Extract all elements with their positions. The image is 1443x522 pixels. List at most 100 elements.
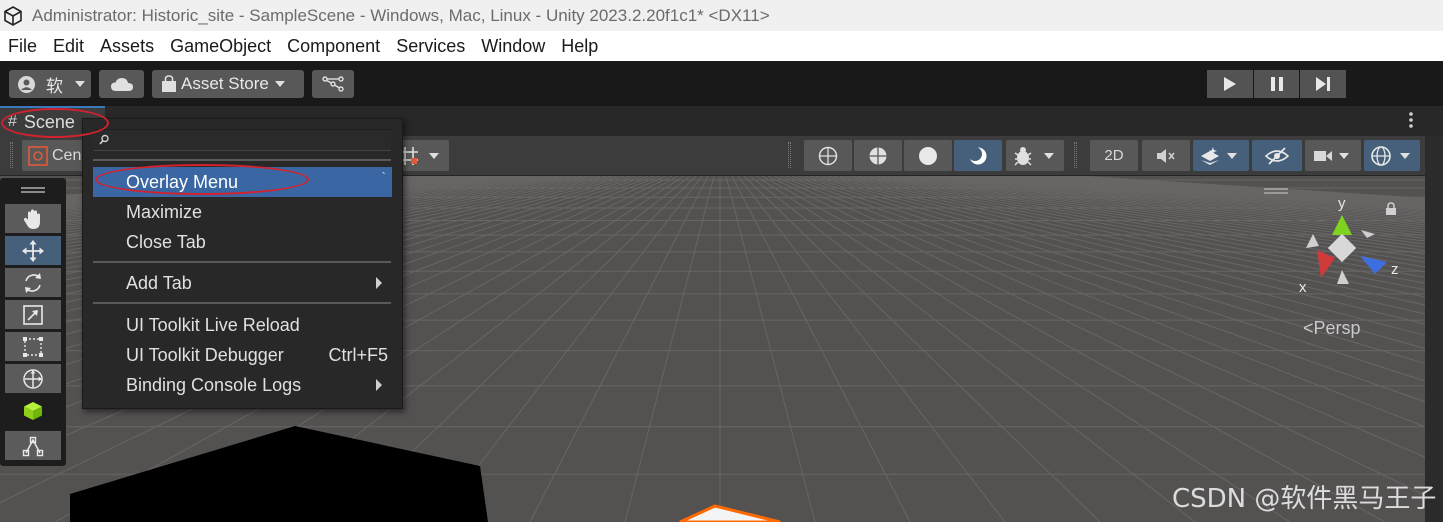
menu-component[interactable]: Component	[279, 36, 388, 57]
menu-window[interactable]: Window	[473, 36, 553, 57]
custom-cube-tool-icon	[24, 401, 42, 420]
menu-item-label: Add Tab	[126, 272, 192, 293]
rect-tool-icon	[23, 336, 43, 357]
step-button[interactable]	[1300, 70, 1347, 98]
wireframe-toggle[interactable]	[804, 140, 852, 171]
playmode-controls	[1207, 70, 1347, 98]
play-button[interactable]	[1207, 70, 1253, 98]
more-options-icon[interactable]	[1409, 111, 1413, 129]
pivot-label: Cen	[52, 146, 82, 164]
camera-icon	[1314, 150, 1332, 161]
effects-dropdown[interactable]	[1193, 140, 1249, 171]
account-icon	[18, 75, 35, 93]
menu-item-maximize[interactable]: Maximize	[93, 197, 392, 227]
overlay-drag-handle[interactable]	[21, 187, 45, 189]
visibility-toggle[interactable]	[1252, 140, 1302, 171]
menu-item-binding-console-logs[interactable]: Binding Console Logs	[93, 370, 392, 400]
axis-y-cone[interactable]	[1332, 215, 1352, 235]
persp-label: Persp	[1313, 318, 1361, 338]
perspective-toggle[interactable]: <Persp	[1303, 318, 1361, 339]
gizmo-drag-handle[interactable]	[1264, 188, 1288, 190]
menu-assets[interactable]: Assets	[92, 36, 162, 57]
tools-overlay	[0, 178, 66, 466]
camera-dropdown[interactable]	[1305, 140, 1361, 171]
menu-services[interactable]: Services	[388, 36, 473, 57]
menu-item-ui-toolkit-live-reload[interactable]: UI Toolkit Live Reload	[93, 310, 392, 340]
transform-tool-icon	[23, 368, 43, 389]
menu-separator	[93, 302, 391, 304]
shaded-toggle[interactable]	[904, 140, 952, 171]
axis-x-label: x	[1299, 279, 1307, 296]
rotate-tool-button[interactable]	[5, 268, 61, 297]
menu-item-ui-toolkit-debugger[interactable]: UI Toolkit Debugger Ctrl+F5	[93, 340, 392, 370]
menu-search-field[interactable]	[93, 129, 391, 151]
toggle-2d-button[interactable]: 2D	[1090, 140, 1138, 171]
menu-separator	[93, 261, 391, 263]
menu-gameobject[interactable]: GameObject	[162, 36, 279, 57]
side-panel-strip	[1425, 136, 1443, 522]
shaded-icon	[919, 146, 937, 165]
menu-item-shortcut: Ctrl+F5	[328, 344, 388, 365]
lock-icon[interactable]	[1385, 202, 1397, 216]
lighting-icon	[968, 146, 987, 164]
gizmos-dropdown[interactable]	[1364, 140, 1420, 171]
move-tool-button[interactable]	[5, 236, 61, 265]
audio-toggle[interactable]	[1142, 140, 1190, 171]
menu-item-add-tab[interactable]: Add Tab	[93, 268, 392, 298]
menu-help[interactable]: Help	[553, 36, 606, 57]
chevron-down-icon	[1400, 152, 1410, 159]
menu-item-shortcut: `	[381, 169, 386, 185]
menu-item-label: UI Toolkit Live Reload	[126, 314, 300, 335]
hand-tool-icon	[23, 209, 40, 229]
custom-cube-tool-button[interactable]	[5, 396, 61, 425]
shaded-wireframe-icon	[869, 147, 887, 164]
spline-tool-button[interactable]	[5, 431, 61, 460]
account-dropdown[interactable]: 软	[9, 70, 91, 98]
cloud-icon	[110, 77, 133, 91]
axis-z-cone[interactable]	[1360, 256, 1387, 274]
axis-z-label: z	[1391, 261, 1399, 278]
asset-store-label: Asset Store	[181, 74, 269, 93]
effects-icon	[1201, 146, 1219, 165]
transform-tool-button[interactable]	[5, 364, 61, 393]
annotation-ring-overlay-menu	[95, 164, 309, 195]
toolbar-separator	[1074, 142, 1077, 168]
menu-edit[interactable]: Edit	[45, 36, 92, 57]
annotation-ring-scene-tab	[1, 108, 109, 138]
menu-separator	[93, 159, 391, 161]
menu-file[interactable]: File	[0, 36, 45, 57]
menu-item-label: Maximize	[126, 201, 203, 222]
pause-button[interactable]	[1253, 70, 1300, 98]
chevron-down-icon	[1044, 152, 1054, 159]
menu-item-label: UI Toolkit Debugger	[126, 344, 284, 365]
asset-store-dropdown[interactable]: Asset Store	[152, 70, 304, 98]
scale-tool-button[interactable]	[5, 300, 61, 329]
menu-item-label: Binding Console Logs	[126, 374, 302, 395]
chevron-down-icon	[1339, 152, 1349, 159]
debug-draw-dropdown[interactable]	[1006, 140, 1064, 171]
toolbar-separator	[788, 142, 791, 168]
submenu-arrow-icon	[376, 379, 382, 391]
axis-x-cone[interactable]	[1317, 250, 1335, 278]
grid-snap-toggle[interactable]	[395, 140, 449, 171]
scale-tool-icon	[23, 304, 43, 325]
move-tool-icon	[22, 239, 44, 262]
rect-tool-button[interactable]	[5, 332, 61, 361]
window-title-bar: Administrator: Historic_site - SampleSce…	[0, 0, 1443, 31]
pivot-icon	[28, 145, 48, 166]
menu-item-close-tab[interactable]: Close Tab	[93, 227, 392, 257]
shaded-wireframe-toggle[interactable]	[854, 140, 902, 171]
main-toolbar: 软 Asset Store	[0, 61, 1443, 106]
lighting-toggle[interactable]	[954, 140, 1002, 171]
gizmos-icon	[1371, 145, 1391, 166]
hand-tool-button[interactable]	[5, 204, 61, 233]
version-control-button[interactable]	[312, 70, 354, 98]
toolbar-separator	[10, 142, 13, 168]
cloud-button[interactable]	[99, 70, 144, 98]
persp-chevron-icon: <	[1303, 318, 1314, 338]
audio-mute-icon	[1157, 148, 1175, 163]
watermark-text: CSDN @软件黑马王子	[1172, 484, 1437, 514]
account-label: 软	[46, 76, 63, 96]
axis-y-label: y	[1338, 195, 1346, 212]
tab-context-menu: Overlay Menu ` Maximize Close Tab Add Ta…	[82, 118, 403, 409]
